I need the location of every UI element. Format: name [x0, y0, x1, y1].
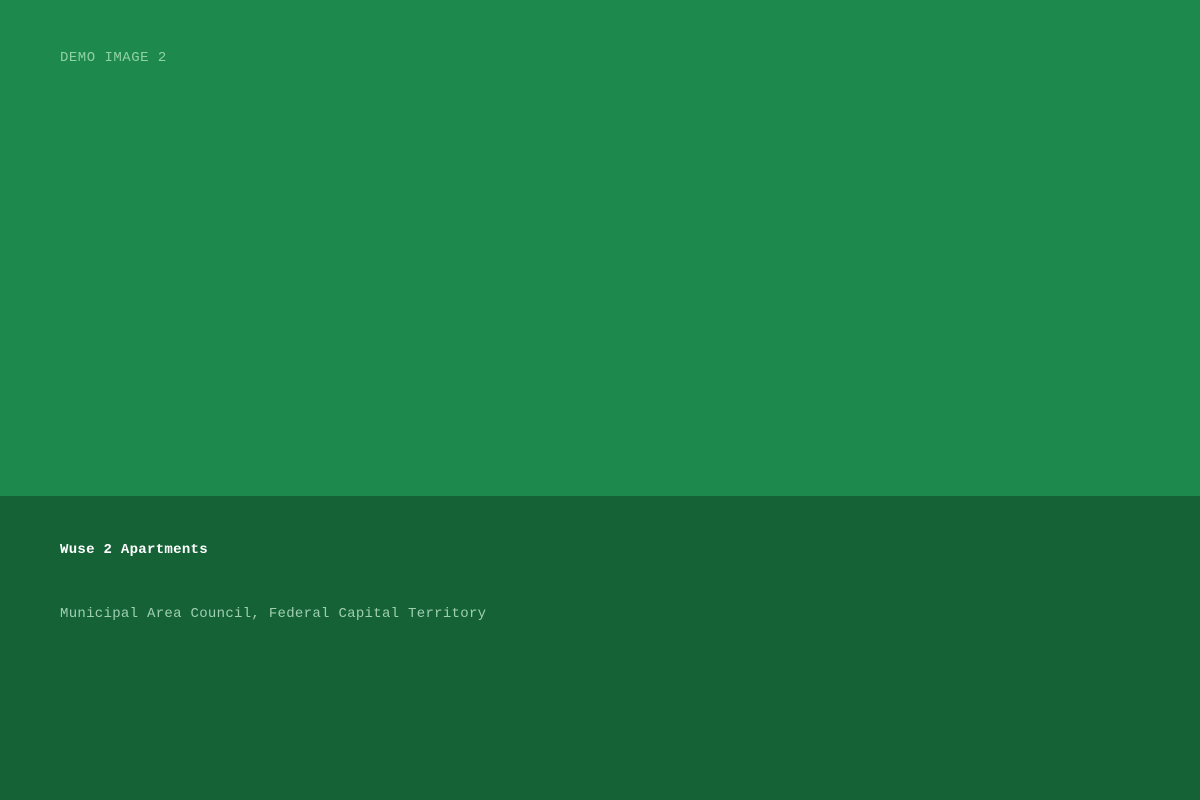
property-title[interactable]: Wuse 2 Apartments — [60, 542, 208, 558]
property-location: Municipal Area Council, Federal Capital … — [60, 606, 487, 622]
image-placeholder-label: DEMO IMAGE 2 — [60, 50, 167, 66]
listing-card: DEMO IMAGE 2 Wuse 2 Apartments Municipal… — [0, 0, 1200, 800]
listing-info: Wuse 2 Apartments Municipal Area Council… — [0, 496, 1200, 800]
listing-image[interactable]: DEMO IMAGE 2 — [0, 0, 1200, 496]
